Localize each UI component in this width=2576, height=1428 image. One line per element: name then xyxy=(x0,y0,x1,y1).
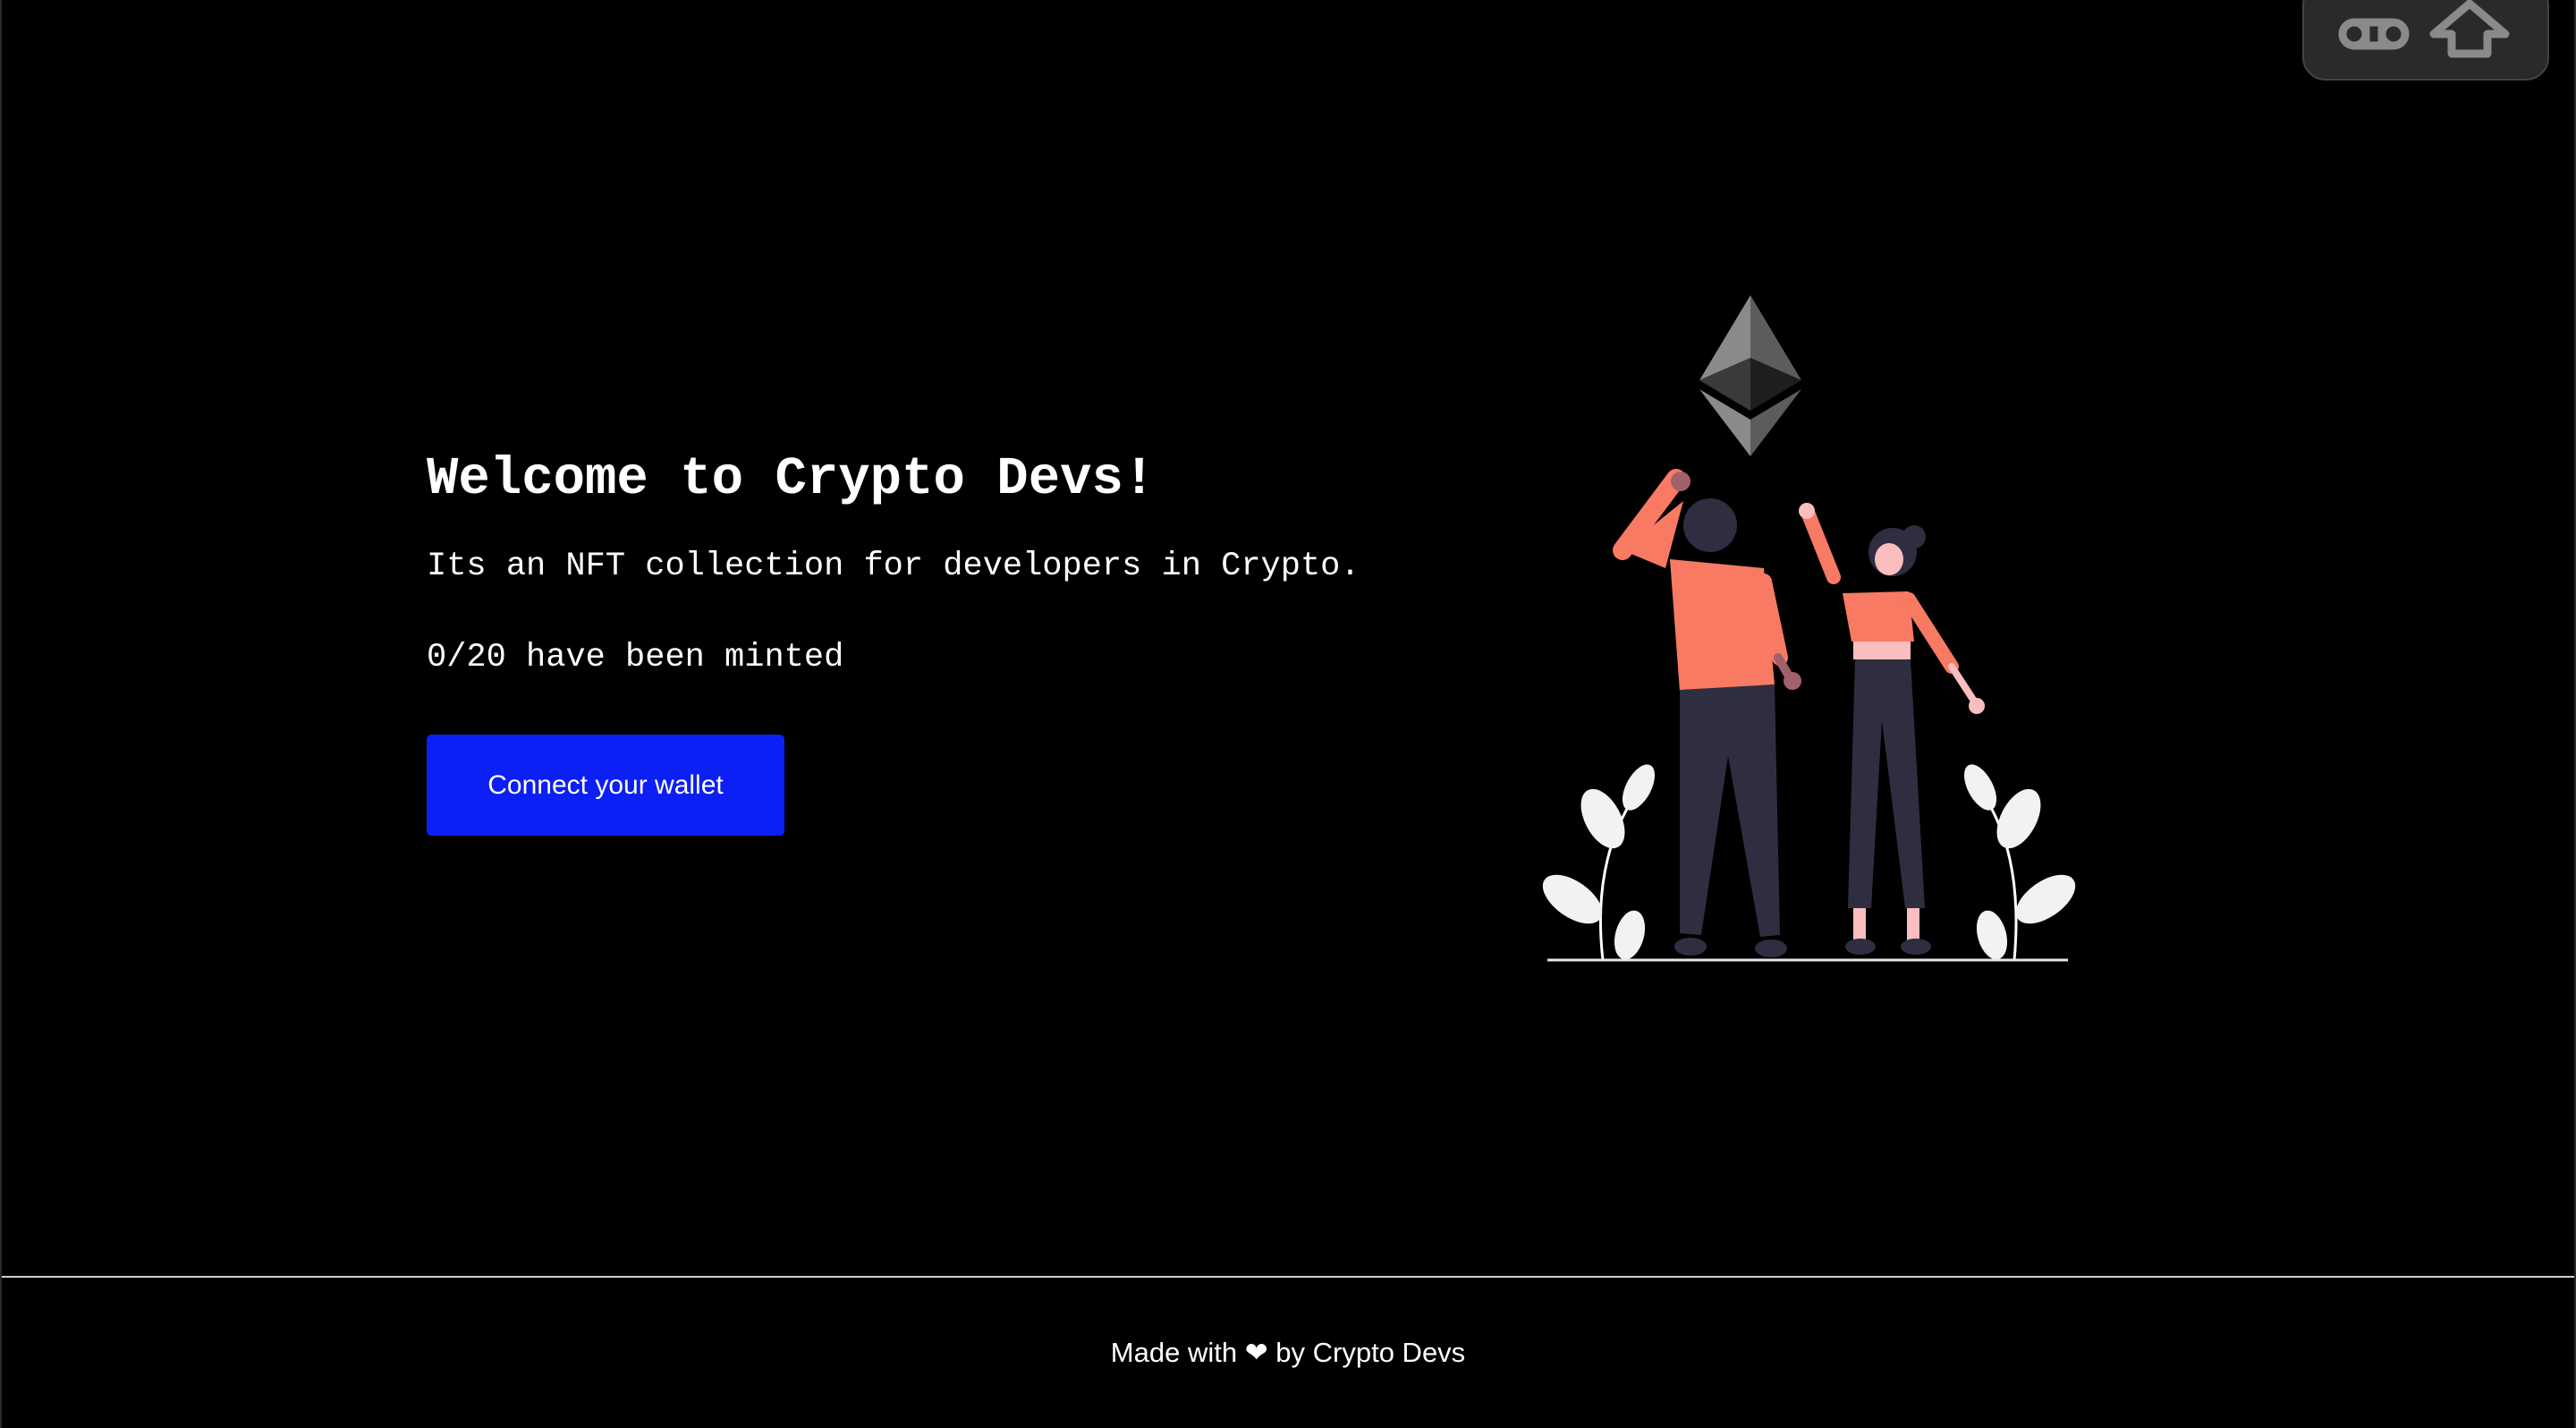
plant-left-icon xyxy=(1542,764,1656,961)
page-footer: Made with ❤ by Crypto Devs xyxy=(2,1276,2574,1428)
ethereum-icon xyxy=(1699,295,1801,456)
command-key-icon xyxy=(2338,18,2410,50)
collection-description: Its an NFT collection for developers in … xyxy=(427,548,1360,585)
woman-figure xyxy=(1799,503,1985,955)
intro-section: Welcome to Crypto Devs! Its an NFT colle… xyxy=(427,443,1500,836)
plant-right-icon xyxy=(1963,764,2076,961)
footer-text: Made with ❤ by Crypto Devs xyxy=(1110,1337,1466,1368)
hero-illustration xyxy=(1540,291,2077,971)
shift-key-icon xyxy=(2429,0,2510,58)
minted-count: 0/20 have been minted xyxy=(427,639,844,676)
shortcut-overlay xyxy=(2302,0,2549,81)
main-section: Welcome to Crypto Devs! Its an NFT colle… xyxy=(2,0,2576,1276)
page-title: Welcome to Crypto Devs! xyxy=(427,449,1156,509)
app-page: Welcome to Crypto Devs! Its an NFT colle… xyxy=(0,0,2576,1428)
connect-wallet-button[interactable]: Connect your wallet xyxy=(427,735,784,836)
man-figure xyxy=(1613,469,1801,957)
